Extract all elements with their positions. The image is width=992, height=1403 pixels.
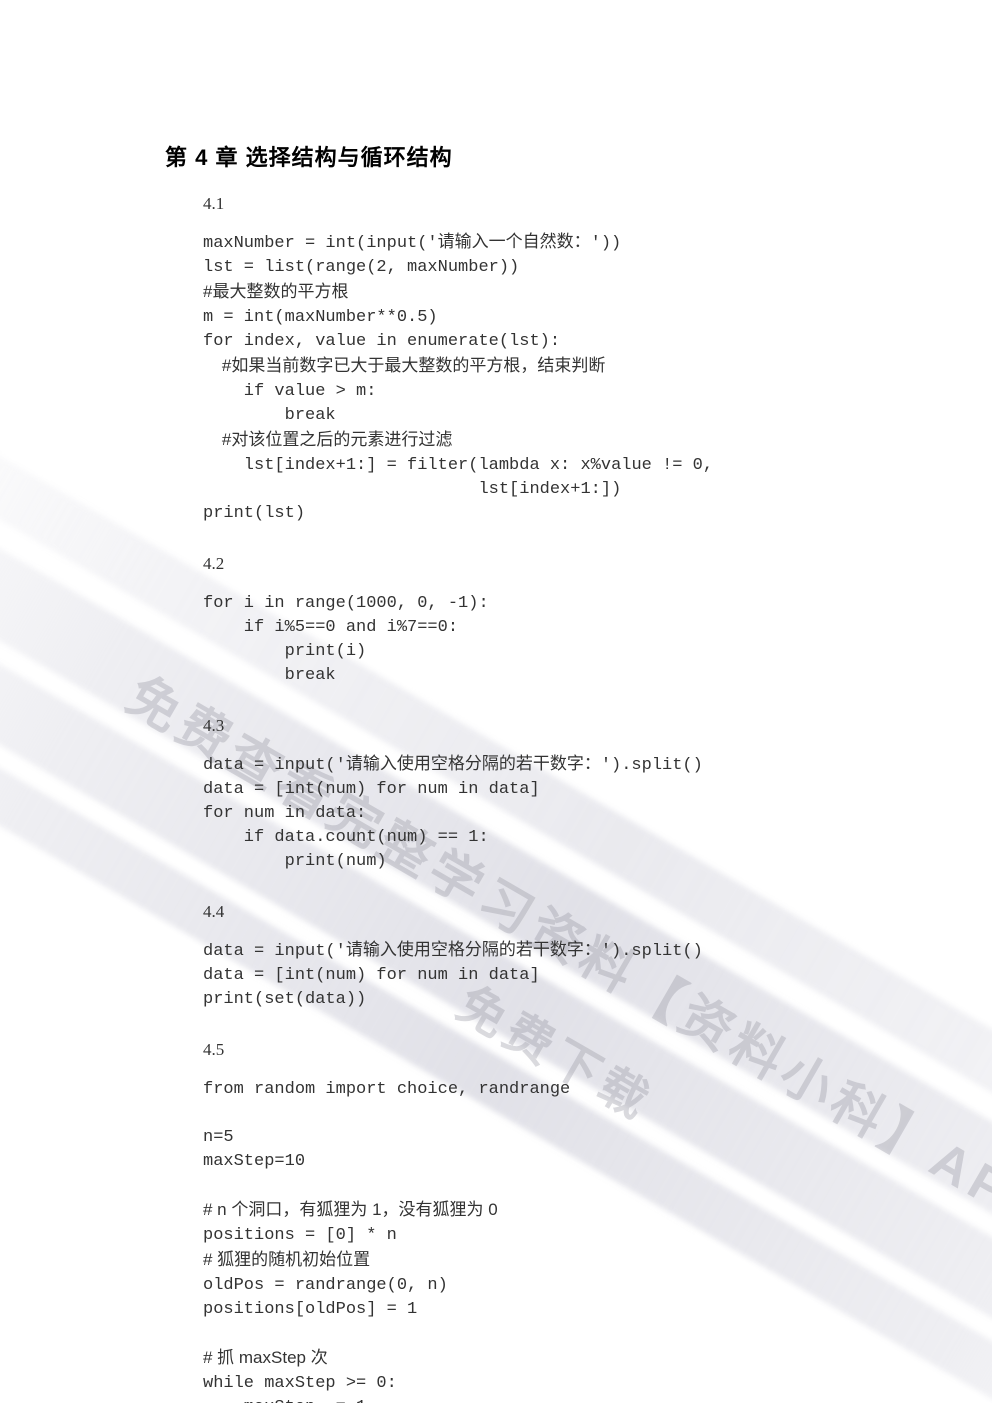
code-line: # 狐狸的随机初始位置 <box>203 1250 370 1269</box>
code-line: while maxStep >= 0: <box>203 1374 397 1393</box>
content: 第 4 章 选择结构与循环结构 4.1 maxNumber = int(inpu… <box>165 140 865 1403</box>
code-line: #对该位置之后的元素进行过滤 <box>203 430 452 449</box>
code-4-3: data = input('请输入使用空格分隔的若干数字：').split() … <box>203 754 865 874</box>
code-line: print(num) <box>203 852 387 871</box>
page: 免费查看完整学习资料【资料小科】APP 免费下载 第 4 章 选择结构与循环结构… <box>0 0 992 1403</box>
code-4-4: data = input('请输入使用空格分隔的若干数字：').split() … <box>203 940 865 1012</box>
code-line: positions[oldPos] = 1 <box>203 1300 417 1319</box>
code-line: # n 个洞口，有狐狸为 1，没有狐狸为 0 <box>203 1200 498 1219</box>
code-line: maxStep -= 1 <box>203 1398 366 1403</box>
code-4-5: from random import choice, randrange n=5… <box>203 1078 865 1403</box>
code-line: positions = [0] * n <box>203 1226 397 1245</box>
section-4-4: 4.4 <box>203 902 865 922</box>
code-line: for num in data: <box>203 804 366 823</box>
chapter-title: 第 4 章 选择结构与循环结构 <box>165 140 865 172</box>
code-line: #最大整数的平方根 <box>203 282 348 301</box>
code-line: for i in range(1000, 0, -1): <box>203 594 489 613</box>
code-line: maxNumber = int(input('请输入一个自然数：')) <box>203 234 621 253</box>
code-line: data = [int(num) for num in data] <box>203 780 540 799</box>
code-4-2: for i in range(1000, 0, -1): if i%5==0 a… <box>203 592 865 688</box>
code-line: n=5 <box>203 1128 234 1147</box>
section-4-3: 4.3 <box>203 716 865 736</box>
code-line: print(set(data)) <box>203 990 366 1009</box>
code-line: #如果当前数字已大于最大整数的平方根，结束判断 <box>203 356 605 375</box>
code-line: data = input('请输入使用空格分隔的若干数字：').split() <box>203 756 703 775</box>
code-line: if i%5==0 and i%7==0: <box>203 618 458 637</box>
code-line: m = int(maxNumber**0.5) <box>203 308 438 327</box>
code-line: oldPos = randrange(0, n) <box>203 1276 448 1295</box>
code-line: break <box>203 666 336 685</box>
code-line: lst = list(range(2, maxNumber)) <box>203 258 519 277</box>
code-line: from random import choice, randrange <box>203 1080 570 1099</box>
code-line: lst[index+1:]) <box>203 480 621 499</box>
code-line: if data.count(num) == 1: <box>203 828 489 847</box>
section-4-5: 4.5 <box>203 1040 865 1060</box>
code-4-1: maxNumber = int(input('请输入一个自然数：')) lst … <box>203 232 865 526</box>
code-line: # 抓 maxStep 次 <box>203 1348 328 1367</box>
section-4-1: 4.1 <box>203 194 865 214</box>
code-line: print(i) <box>203 642 366 661</box>
section-4-2: 4.2 <box>203 554 865 574</box>
code-line: for index, value in enumerate(lst): <box>203 332 560 351</box>
code-line: if value > m: <box>203 382 376 401</box>
code-line: data = input('请输入使用空格分隔的若干数字：').split() <box>203 942 703 961</box>
code-line: print(lst) <box>203 504 305 523</box>
code-line: lst[index+1:] = filter(lambda x: x%value… <box>203 456 713 475</box>
code-line: data = [int(num) for num in data] <box>203 966 540 985</box>
code-line: maxStep=10 <box>203 1152 305 1171</box>
code-line: break <box>203 406 336 425</box>
